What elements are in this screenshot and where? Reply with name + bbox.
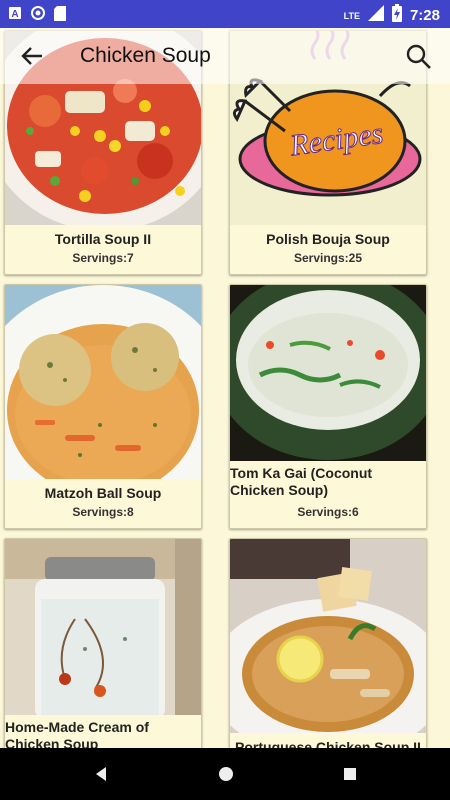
battery-charging-icon [391,4,402,27]
back-triangle-icon[interactable] [92,764,112,784]
recipe-servings: Servings:7 [72,251,134,265]
svg-text:A: A [11,9,18,20]
status-bar: A LTE 7:28 [0,0,450,28]
tom-ka-gai-photo [230,285,426,461]
recipe-servings: Servings:6 [297,505,359,519]
recipe-card[interactable]: Portuguese Chicken Soup II [229,538,427,780]
recipe-card[interactable]: Matzoh Ball Soup Servings:8 [4,284,202,529]
recipe-name: Polish Bouja Soup [266,231,390,247]
recipe-name: Tom Ka Gai (Coconut Chicken Soup) [230,465,373,498]
search-icon[interactable] [404,42,432,70]
matzoh-ball-photo [5,285,201,479]
cream-jar-photo [5,539,201,715]
page-title: Chicken Soup [80,44,211,67]
recipe-servings: Servings:8 [72,505,134,519]
app-toolbar: Chicken Soup [0,28,450,84]
sd-card-icon [54,5,66,26]
recipe-name: Tortilla Soup II [54,231,152,247]
recipe-name: Matzoh Ball Soup [44,485,162,501]
network-type: LTE [343,10,360,21]
arrow-back-icon[interactable] [18,42,46,70]
notification-a-icon: A [8,6,22,25]
navigation-bar [0,748,450,800]
clock: 7:28 [409,7,440,24]
recents-square-icon[interactable] [340,764,360,784]
portuguese-soup-photo [230,539,426,733]
recipe-card[interactable]: Tom Ka Gai (Coconut Chicken Soup) Servin… [229,284,427,529]
sync-icon [30,5,46,26]
signal-icon [367,5,384,26]
home-circle-icon[interactable] [216,764,236,784]
recipe-grid: Tortilla Soup II Servings:7 Recipes Poli… [0,28,450,780]
recipe-servings: Servings:25 [293,251,363,265]
recipe-card[interactable]: Home-Made Cream of Chicken Soup [4,538,202,780]
